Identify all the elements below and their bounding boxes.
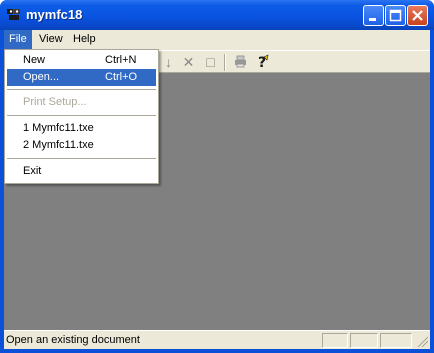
menu-view[interactable]: View [34, 30, 68, 49]
menu-item-new[interactable]: New Ctrl+N [7, 52, 156, 69]
status-bar: Open an existing document [4, 330, 430, 349]
maximize-icon [389, 9, 402, 22]
status-pane-cap [322, 333, 348, 348]
minimize-button[interactable] [363, 5, 384, 26]
menu-item-print-setup[interactable]: Print Setup... [7, 94, 156, 111]
help-icon[interactable]: ? [254, 54, 271, 71]
menu-separator [7, 89, 156, 90]
copy-icon[interactable]: □ [202, 54, 219, 71]
title-bar[interactable]: mymfc18 [0, 0, 434, 30]
menu-item-recent-2-label: 2 Mymfc11.txe [23, 139, 94, 151]
menu-item-new-label: New [23, 54, 46, 66]
menu-help[interactable]: Help [68, 30, 101, 49]
status-pane-scrl [380, 333, 412, 348]
menu-item-recent-2[interactable]: 2 Mymfc11.txe [7, 137, 156, 154]
close-button[interactable] [407, 5, 428, 26]
file-dropdown-menu: New Ctrl+N Open... Ctrl+O Print Setup...… [4, 49, 159, 184]
menu-item-open[interactable]: Open... Ctrl+O [7, 69, 156, 86]
menu-item-recent-1[interactable]: 1 Mymfc11.txe [7, 120, 156, 137]
menu-item-exit[interactable]: Exit [7, 163, 156, 180]
menu-item-open-shortcut: Ctrl+O [105, 71, 138, 83]
menu-bar: File View Help [4, 30, 430, 49]
paste-icon[interactable]: ↓ [160, 54, 177, 71]
cut-icon[interactable]: ✕ [180, 54, 197, 71]
status-text: Open an existing document [6, 334, 140, 346]
menu-separator [7, 158, 156, 159]
menu-item-recent-1-label: 1 Mymfc11.txe [23, 122, 94, 134]
menu-item-open-label: Open... [23, 71, 60, 83]
window-title: mymfc18 [26, 7, 83, 22]
status-pane-num [350, 333, 378, 348]
menu-item-print-setup-label: Print Setup... [23, 96, 87, 108]
resize-grip[interactable] [416, 335, 428, 347]
maximize-button[interactable] [385, 5, 406, 26]
menu-separator [7, 115, 156, 116]
minimize-icon [369, 18, 376, 21]
menu-file[interactable]: File [4, 30, 32, 49]
app-window: mymfc18 File View Help ↓ ✕ □ ? Open an e… [0, 0, 434, 353]
app-icon[interactable] [6, 7, 22, 23]
menu-item-new-shortcut: Ctrl+N [105, 54, 137, 66]
menu-item-exit-label: Exit [23, 165, 42, 177]
print-icon[interactable] [232, 54, 249, 71]
close-icon [412, 10, 423, 21]
toolbar-separator [224, 54, 226, 71]
